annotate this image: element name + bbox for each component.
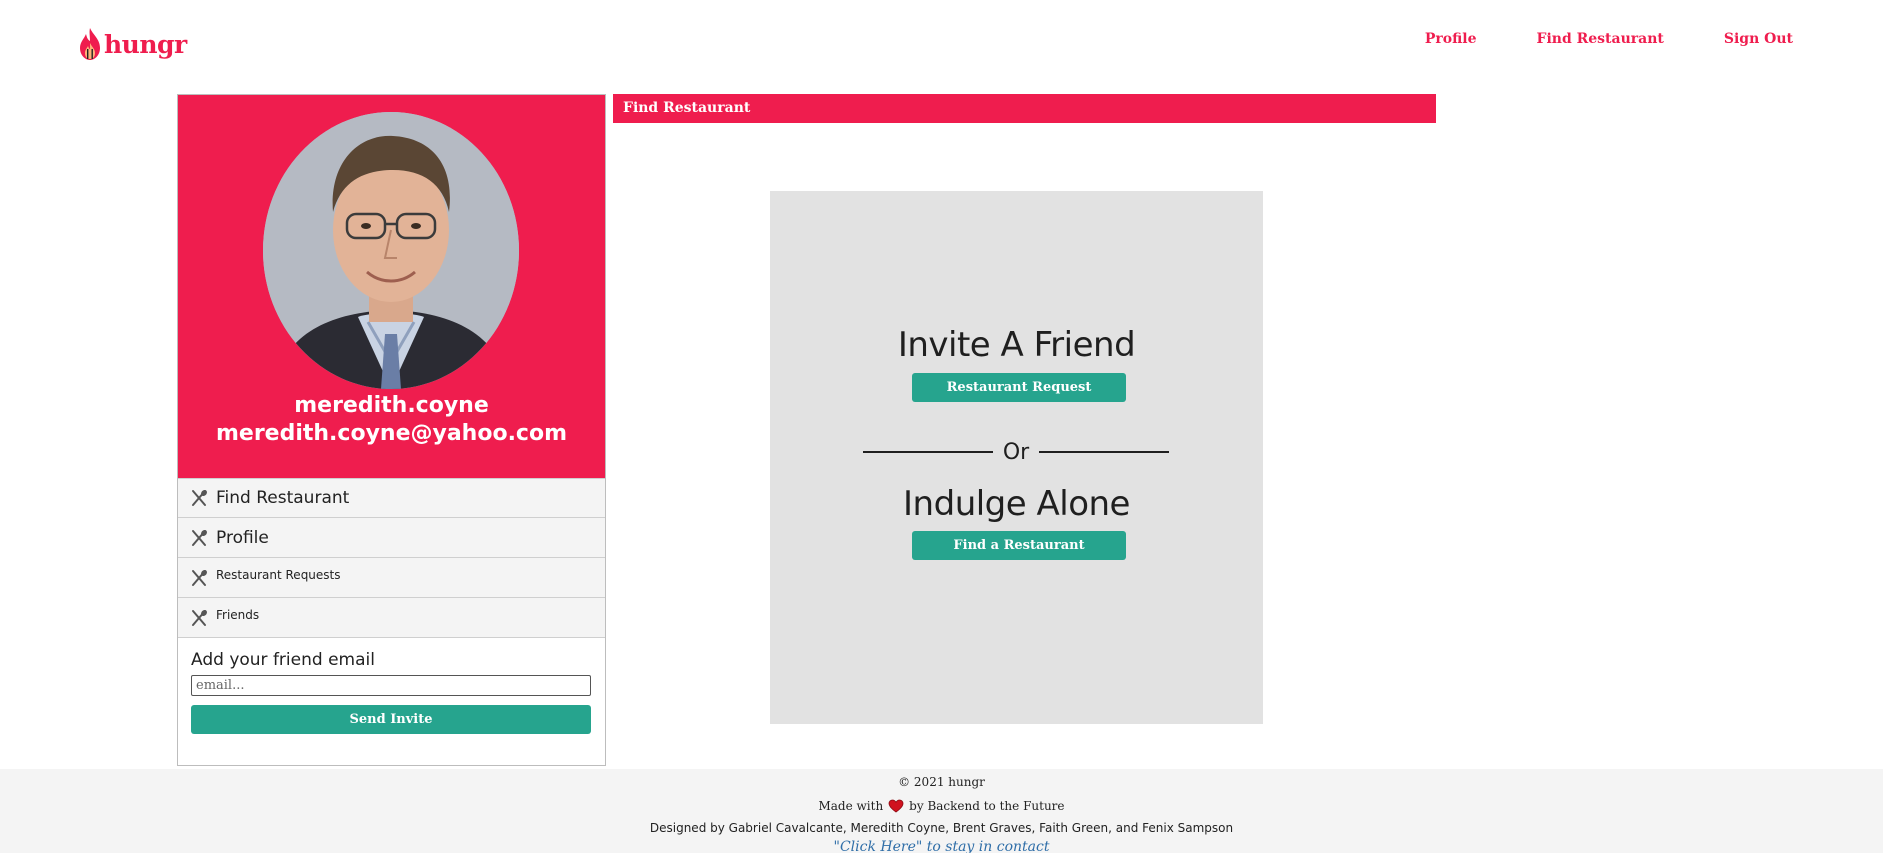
invite-friend-form: Add your friend email Send Invite xyxy=(178,638,605,734)
logo-text: hungr xyxy=(104,29,187,59)
sidebar-item-restaurant-requests[interactable]: Restaurant Requests xyxy=(178,558,605,598)
profile-card: meredith.coyne meredith.coyne@yahoo.com xyxy=(178,95,605,478)
indulge-alone-heading: Indulge Alone xyxy=(903,484,1130,524)
section-title-bar: Find Restaurant xyxy=(613,94,1436,123)
sidebar-item-label: Friends xyxy=(216,607,260,622)
avatar-portrait-image xyxy=(263,112,519,389)
footer-made-prefix: Made with xyxy=(818,799,884,813)
send-invite-button[interactable]: Send Invite xyxy=(191,705,591,734)
top-nav: Profile Find Restaurant Sign Out xyxy=(1425,31,1793,47)
sidebar: meredith.coyne meredith.coyne@yahoo.com … xyxy=(177,94,606,766)
friend-email-input[interactable] xyxy=(191,675,591,696)
restaurant-request-button[interactable]: Restaurant Request xyxy=(912,373,1126,402)
nav-find-restaurant-link[interactable]: Find Restaurant xyxy=(1537,31,1664,47)
utensils-icon xyxy=(192,529,207,546)
utensils-icon xyxy=(192,490,207,506)
sidebar-item-label: Restaurant Requests xyxy=(216,567,341,582)
nav-profile-link[interactable]: Profile xyxy=(1425,31,1477,47)
or-divider: Or xyxy=(863,439,1169,465)
utensils-icon xyxy=(192,569,207,586)
divider-line xyxy=(1039,451,1169,453)
footer-made-suffix: by Backend to the Future xyxy=(909,799,1065,813)
header: hungr Profile Find Restaurant Sign Out xyxy=(0,0,1883,90)
sidebar-item-friends[interactable]: Friends xyxy=(178,598,605,638)
find-a-restaurant-button[interactable]: Find a Restaurant xyxy=(912,531,1126,560)
sidebar-item-label: Find Restaurant xyxy=(216,488,350,508)
profile-email: meredith.coyne@yahoo.com xyxy=(215,421,568,446)
footer-made-with: Made with by Backend to the Future xyxy=(0,799,1883,813)
choice-panel: Invite A Friend Restaurant Request Or In… xyxy=(770,191,1263,724)
heart-icon xyxy=(888,799,904,813)
utensils-icon xyxy=(192,609,207,626)
invite-friend-heading: Invite A Friend xyxy=(897,325,1136,365)
footer: © 2021 hungr Made with by Backend to the… xyxy=(0,769,1883,853)
avatar xyxy=(263,112,519,389)
flame-logo-icon xyxy=(80,28,100,60)
sidebar-item-profile[interactable]: Profile xyxy=(178,518,605,558)
logo[interactable]: hungr xyxy=(78,25,187,63)
invite-form-title: Add your friend email xyxy=(191,650,375,670)
sidebar-item-find-restaurant[interactable]: Find Restaurant xyxy=(178,478,605,518)
divider-line xyxy=(863,451,993,453)
or-text: Or xyxy=(1002,439,1030,465)
contact-link[interactable]: "Click Here" to stay in contact xyxy=(0,839,1883,853)
profile-username: meredith.coyne xyxy=(294,393,489,418)
footer-copyright: © 2021 hungr xyxy=(898,775,985,789)
nav-sign-out-link[interactable]: Sign Out xyxy=(1724,31,1793,47)
footer-designed-by: Designed by Gabriel Cavalcante, Meredith… xyxy=(649,821,1234,835)
sidebar-item-label: Profile xyxy=(216,527,269,548)
